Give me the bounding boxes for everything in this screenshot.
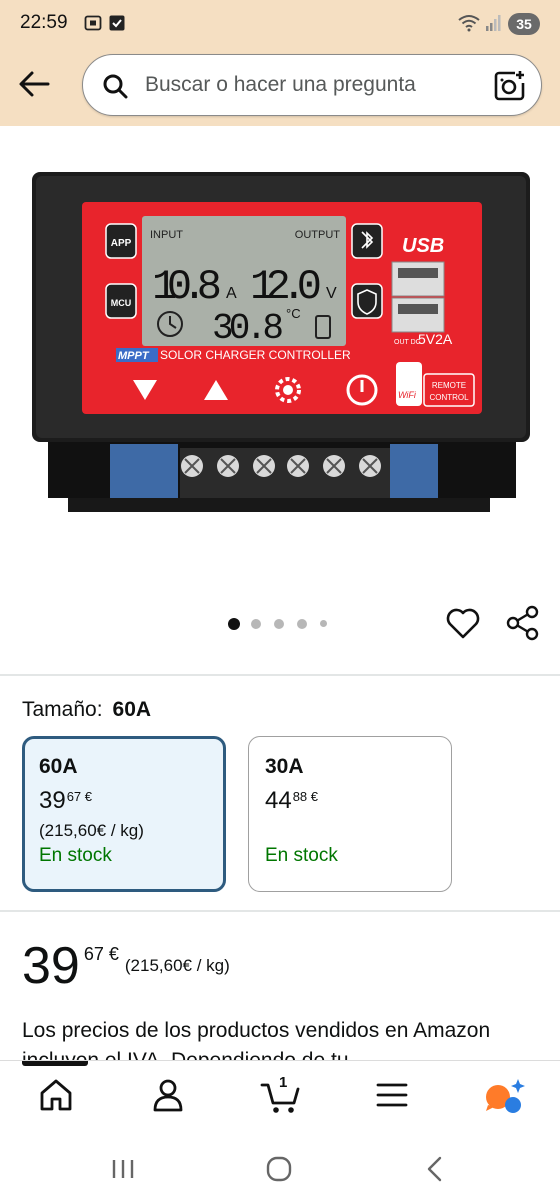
active-tab-indicator (22, 1061, 88, 1066)
mppt-label: MPPT (118, 350, 150, 362)
home-icon[interactable] (36, 1075, 76, 1115)
size-selected-value: 60A (112, 698, 152, 721)
price-per-unit: (215,60€ / kg) (124, 956, 230, 975)
rufus-assistant-icon[interactable] (482, 1075, 526, 1115)
lcd-output: OUTPUT (295, 229, 341, 241)
share-icon[interactable] (505, 604, 541, 642)
carousel-dot[interactable] (251, 619, 261, 629)
size-option-60a[interactable]: 60A 39 67 € (215,60€ / kg) En stock (22, 736, 226, 892)
mcu-label: MCU (111, 298, 132, 308)
search-bar[interactable]: Buscar o hacer una pregunta (82, 54, 542, 116)
status-time: 22:59 (20, 12, 68, 33)
lcd-temperature: 30.8 (212, 308, 284, 349)
search-icon (103, 74, 128, 99)
lcd-input: INPUT (150, 229, 183, 241)
price-whole: 44 (265, 787, 292, 814)
account-icon[interactable] (148, 1075, 188, 1115)
size-label: Tamaño: (22, 698, 103, 721)
lcd-unit-v: V (326, 285, 337, 302)
size-selector-label: Tamaño: 60A (22, 698, 151, 722)
camera-search-icon[interactable] (493, 69, 527, 103)
system-back-icon[interactable] (420, 1154, 450, 1184)
price-whole: 39 (39, 787, 66, 814)
back-arrow-icon[interactable] (14, 66, 54, 102)
notification-icon (109, 15, 125, 31)
product-price: 39 67 € (215,60€ / kg) (22, 940, 230, 992)
price-fraction: 67 € (66, 789, 93, 804)
heart-icon[interactable] (445, 606, 481, 640)
wifi-icon (458, 15, 480, 32)
usb-rating-prefix: OUT DC (394, 339, 421, 346)
system-navigation (0, 1140, 560, 1200)
cart-count-badge: 1 (279, 1074, 288, 1091)
size-option-title: 30A (265, 755, 304, 778)
lcd-current: 10.8 (152, 263, 222, 311)
recent-apps-icon[interactable] (108, 1154, 138, 1184)
price-fraction: 67 € (83, 944, 119, 964)
bottom-navigation (0, 1060, 560, 1140)
size-option-stock: En stock (39, 845, 112, 866)
size-option-stock: En stock (265, 845, 338, 866)
carousel-dot[interactable] (297, 619, 307, 629)
size-option-price: 44 88 € (265, 787, 451, 815)
price-whole: 39 (22, 937, 80, 995)
status-bar: 22:59 35 (0, 0, 560, 50)
carousel-dot[interactable] (274, 619, 284, 629)
carousel-dot[interactable] (320, 620, 327, 627)
battery-indicator: 35 (508, 13, 540, 35)
terminal-screws (180, 448, 390, 498)
usb-rating: 5V2A (418, 331, 453, 347)
size-option-title: 60A (39, 755, 78, 778)
screenshot-icon (84, 15, 102, 31)
size-option-unit-price: (215,60€ / kg) (39, 821, 144, 840)
divider (0, 674, 560, 676)
remote-label-2: CONTROL (429, 393, 469, 402)
carousel-dot[interactable] (228, 618, 240, 630)
amazon-product-page: 22:59 35 Buscar o hacer una pregunta APP… (0, 0, 560, 1200)
app-label: APP (111, 238, 132, 249)
size-option-30a[interactable]: 30A 44 88 € En stock (248, 736, 452, 892)
vat-notice: Los precios de los productos vendidos en… (22, 1019, 491, 1060)
home-circle-icon[interactable] (264, 1154, 294, 1184)
lcd-unit-a: A (226, 285, 237, 302)
header: 22:59 35 Buscar o hacer una pregunta (0, 0, 560, 126)
search-input[interactable]: Buscar o hacer una pregunta (145, 73, 416, 97)
lcd-voltage: 12.0 (250, 263, 322, 311)
wifi-label: WiFi (398, 390, 417, 400)
controller-label: SOLOR CHARGER CONTROLLER (160, 348, 351, 362)
lcd-unit-c: °C (286, 306, 301, 321)
remote-label-1: REMOTE (432, 381, 466, 390)
usb-label: USB (402, 235, 444, 257)
divider (0, 910, 560, 912)
product-image[interactable]: APP MCU INPUT OUTPUT 10.8 A 12.0 V 30.8 … (0, 126, 560, 606)
size-option-price: 39 67 € (39, 787, 223, 815)
price-fraction: 88 € (292, 789, 319, 804)
product-photo: APP MCU INPUT OUTPUT 10.8 A 12.0 V 30.8 … (32, 172, 530, 512)
size-option-unit-price (265, 821, 451, 841)
signal-icon (486, 15, 501, 31)
menu-icon[interactable] (372, 1075, 412, 1115)
